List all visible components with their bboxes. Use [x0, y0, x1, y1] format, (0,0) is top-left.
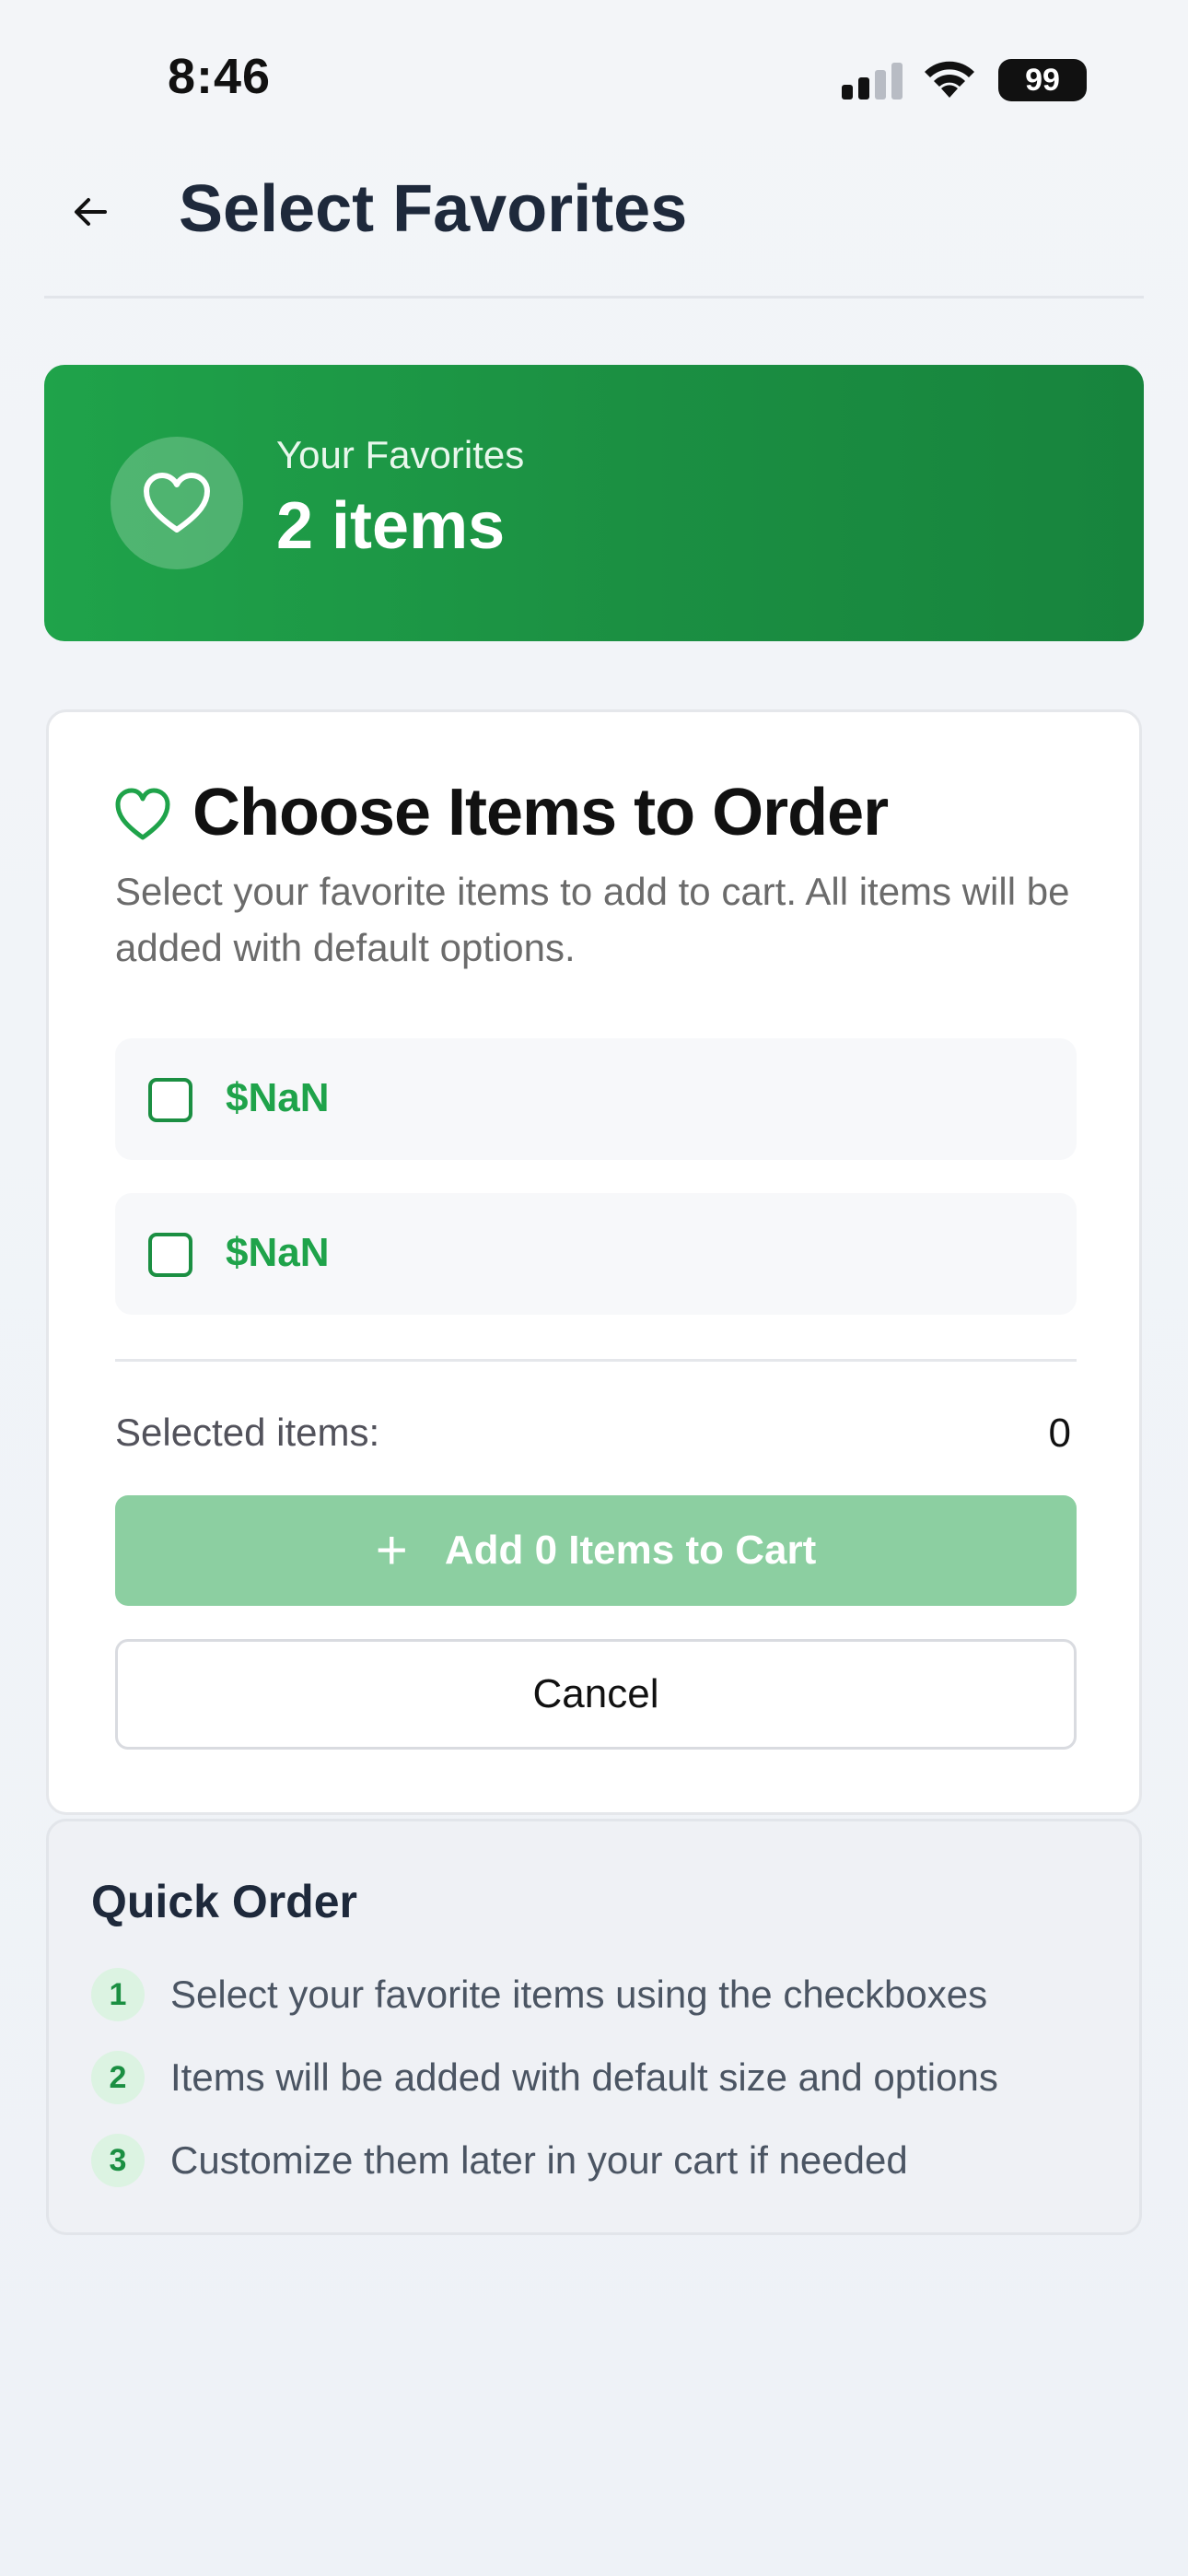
item-price: $NaN	[226, 1230, 330, 1275]
heart-icon	[144, 473, 210, 533]
selected-items-label: Selected items:	[115, 1411, 380, 1454]
battery-indicator: 99	[998, 59, 1087, 101]
page-title: Select Favorites	[179, 172, 688, 246]
favorites-label: Your Favorites	[276, 433, 525, 476]
cancel-button[interactable]: Cancel	[115, 1639, 1077, 1750]
step-text: Items will be added with default size an…	[170, 2055, 998, 2099]
quick-order-step: 3 Customize them later in your cart if n…	[91, 2128, 908, 2193]
favorites-icon-badge	[111, 437, 243, 569]
quick-order-step: 2 Items will be added with default size …	[91, 2045, 998, 2110]
selected-items-count: 0	[1048, 1411, 1071, 1456]
item-checkbox[interactable]	[148, 1078, 192, 1122]
item-checkbox[interactable]	[148, 1233, 192, 1277]
favorite-item-row[interactable]: $NaN	[115, 1038, 1077, 1160]
back-button[interactable]	[63, 184, 118, 240]
step-number: 2	[91, 2051, 145, 2104]
item-price: $NaN	[226, 1075, 330, 1120]
quick-order-step: 1 Select your favorite items using the c…	[91, 1962, 987, 2027]
quick-order-info: Quick Order 1 Select your favorite items…	[46, 1819, 1142, 2235]
wifi-icon	[925, 61, 974, 98]
status-time: 8:46	[168, 49, 272, 104]
cellular-signal-icon	[842, 61, 903, 100]
favorite-item-row[interactable]: $NaN	[115, 1193, 1077, 1315]
step-text: Customize them later in your cart if nee…	[170, 2138, 908, 2182]
plus-icon: +	[375, 1519, 408, 1581]
quick-order-title: Quick Order	[91, 1876, 357, 1927]
step-number: 3	[91, 2134, 145, 2187]
status-bar: 8:46 99	[0, 0, 1188, 147]
step-text: Select your favorite items using the che…	[170, 1973, 988, 2016]
favorites-summary-banner: Your Favorites 2 items	[44, 365, 1144, 641]
arrow-left-icon	[75, 198, 107, 226]
divider	[115, 1359, 1077, 1362]
add-to-cart-label: Add 0 Items to Cart	[444, 1528, 817, 1573]
favorites-count: 2 items	[276, 489, 506, 563]
card-description: Select your favorite items to add to car…	[115, 870, 1070, 969]
battery-tip	[1079, 72, 1085, 88]
choose-items-card: Choose Items to Order Select your favori…	[46, 709, 1142, 1815]
page-header: Select Favorites	[44, 147, 1144, 299]
heart-outline-icon	[115, 788, 170, 840]
card-title: Choose Items to Order	[192, 776, 889, 849]
add-to-cart-button[interactable]: + Add 0 Items to Cart	[115, 1495, 1077, 1606]
step-number: 1	[91, 1968, 145, 2021]
